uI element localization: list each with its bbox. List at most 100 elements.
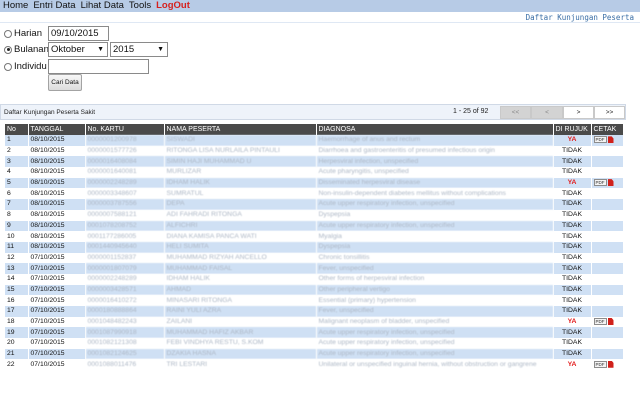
table-row[interactable]: 9 08/10/2015 0001078208752 ALFICHRI Acute up…: [5, 220, 624, 232]
cell-kartu: 0001177286005: [85, 231, 165, 242]
cell-cetak: PDF: [591, 135, 624, 146]
cell-kartu: 0001078208752: [85, 220, 165, 232]
pager-next-button[interactable]: >: [563, 106, 594, 119]
table-row[interactable]: 6 08/10/2015 0000003348607 SUMRATUL Non-insu…: [5, 188, 624, 200]
col-header-kartu[interactable]: No. KARTU: [85, 124, 165, 135]
col-header-cetak[interactable]: CETAK: [591, 124, 624, 135]
table-row[interactable]: 5 08/10/2015 0000002248289 IDHAM HALIK Disse…: [5, 177, 624, 189]
cell-nama: MINASARI RITONGA: [164, 295, 317, 306]
table-row[interactable]: 17 07/10/2015 0000180888864 RAINI YULI AZRA…: [5, 306, 624, 317]
cell-cetak: [591, 252, 624, 264]
menu-home[interactable]: Home: [3, 0, 28, 12]
cell-cetak: [591, 167, 624, 178]
table-row[interactable]: 8 08/10/2015 0000007588121 ADI FAHRADI RITO…: [5, 209, 624, 221]
menu-logout[interactable]: LogOut: [156, 0, 190, 12]
table-row[interactable]: 18 07/10/2015 0001048482243 ZAILANI Malignan…: [5, 316, 624, 328]
col-header-nama[interactable]: NAMA PESERTA: [164, 124, 317, 135]
cell-nama: HELI SUMITA: [164, 241, 317, 253]
cell-no: 5: [5, 177, 29, 189]
cell-kartu: 0001048482243: [85, 316, 165, 328]
cari-data-button[interactable]: Cari Data: [48, 74, 82, 91]
cell-cetak: PDF: [591, 177, 624, 189]
print-pdf-button[interactable]: PDF: [593, 136, 614, 144]
print-pdf-button[interactable]: PDF: [593, 318, 614, 326]
year-select[interactable]: 2015 ▼: [110, 42, 168, 57]
cell-kartu: 0001082124625: [85, 348, 165, 360]
cell-tanggal: 07/10/2015: [28, 348, 86, 360]
table-row[interactable]: 7 08/10/2015 0000003787556 DEPA Acute upper …: [5, 199, 624, 210]
cell-kartu: 0000001807079: [85, 263, 165, 274]
radio-individu[interactable]: [4, 62, 12, 71]
cell-nama: ZAILANI: [164, 316, 317, 328]
col-header-tanggal[interactable]: TANGGAL: [28, 124, 86, 135]
cell-nama: IDHAM HALIK: [164, 273, 317, 285]
cell-nama: ADI FAHRADI RITONGA: [164, 209, 317, 221]
cell-no: 22: [5, 359, 29, 371]
year-select-value: 2015: [113, 44, 135, 55]
pdf-icon: [607, 360, 614, 368]
cell-tanggal: 08/10/2015: [28, 188, 86, 200]
table-row[interactable]: 2 08/10/2015 0000001577726 RITONGA LISA NUR…: [5, 145, 624, 157]
cell-nama: DEPA: [164, 199, 317, 210]
cell-tanggal: 07/10/2015: [28, 284, 86, 296]
pager-prev-button[interactable]: <: [531, 106, 563, 119]
cell-no: 10: [5, 231, 29, 242]
table-row[interactable]: 10 08/10/2015 0001177286005 DIANA KAMISA PA…: [5, 231, 624, 242]
table-row[interactable]: 21 07/10/2015 0001082124625 DZAKIA HASNA Acu…: [5, 348, 624, 360]
cell-dirujuk: TIDAK: [553, 220, 592, 232]
cell-nama: MUHAMMAD FAISAL: [164, 263, 317, 274]
individu-input[interactable]: [48, 59, 149, 74]
col-header-diagnosa[interactable]: DIAGNOSA: [316, 124, 554, 135]
pdf-icon: [607, 318, 614, 326]
cell-tanggal: 08/10/2015: [28, 135, 86, 146]
cell-nama: SIMIN HAJI MUHAMMAD U: [164, 156, 317, 168]
table-row[interactable]: 20 07/10/2015 0001082121308 FEBI VINDHYA RE…: [5, 338, 624, 349]
cell-nama: TRI LESTARI: [164, 359, 317, 371]
cell-dirujuk: TIDAK: [553, 263, 592, 274]
cell-nama: DZAKIA HASNA: [164, 348, 317, 360]
table-row[interactable]: 19 07/10/2015 0001087990918 MUHAMMAD HAFIZ …: [5, 327, 624, 339]
print-pdf-button[interactable]: PDF: [593, 360, 614, 368]
menu-entri-data[interactable]: Entri Data: [33, 0, 75, 12]
table-row[interactable]: 3 08/10/2015 0000016408084 SIMIN HAJI MUHAM…: [5, 156, 624, 168]
pager-last-button[interactable]: >>: [594, 106, 625, 119]
menu-lihat-data[interactable]: Lihat Data: [81, 0, 124, 12]
col-header-no[interactable]: No: [5, 124, 29, 135]
cell-tanggal: 08/10/2015: [28, 231, 86, 242]
table-row[interactable]: 15 07/10/2015 0000003428571 AHMAD Other peri…: [5, 284, 624, 296]
cell-tanggal: 08/10/2015: [28, 156, 86, 168]
cell-kartu: 0000001152837: [85, 252, 165, 264]
cell-kartu: 0000002248289: [85, 273, 165, 285]
table-row[interactable]: 22 07/10/2015 0001088011476 TRI LESTARI Unil…: [5, 359, 624, 371]
cell-tanggal: 07/10/2015: [28, 252, 86, 264]
print-pdf-button[interactable]: PDF: [593, 179, 614, 187]
cell-no: 8: [5, 209, 29, 221]
radio-bulanan[interactable]: [4, 45, 12, 54]
radio-harian[interactable]: [4, 29, 12, 38]
month-select[interactable]: Oktober ▼: [48, 42, 108, 57]
table-row[interactable]: 4 08/10/2015 0000001640081 MURLIZAR Acute ph…: [5, 167, 624, 178]
table-row[interactable]: 12 07/10/2015 0000001152837 MUHAMMAD RIZYAH…: [5, 252, 624, 264]
pager-first-button[interactable]: <<: [500, 106, 531, 119]
cell-dirujuk: TIDAK: [553, 231, 592, 242]
cell-kartu: 0000003348607: [85, 188, 165, 200]
cell-cetak: [591, 284, 624, 296]
cell-tanggal: 07/10/2015: [28, 295, 86, 306]
table-row[interactable]: 16 07/10/2015 0000016410272 MINASARI RITONG…: [5, 295, 624, 306]
cell-dirujuk: TIDAK: [553, 156, 592, 168]
filter-harian-row: Harian 09/10/2015: [4, 26, 109, 41]
cell-dirujuk: TIDAK: [553, 199, 592, 210]
cell-cetak: [591, 338, 624, 349]
menu-tools[interactable]: Tools: [129, 0, 151, 12]
cell-cetak: [591, 220, 624, 232]
col-header-dirujuk[interactable]: DI RUJUK: [553, 124, 592, 135]
cell-nama: MUHAMMAD RIZYAH ANCELLO: [164, 252, 317, 264]
table-row[interactable]: 14 07/10/2015 0000002248289 IDHAM HALIK Othe…: [5, 273, 624, 285]
harian-date-input[interactable]: 09/10/2015: [48, 26, 109, 41]
table-row[interactable]: 1 08/10/2015 0000001200978 SISWADI Haemorrha…: [5, 135, 624, 146]
table-row[interactable]: 13 07/10/2015 0000001807079 MUHAMMAD FAISAL…: [5, 263, 624, 274]
cell-cetak: [591, 273, 624, 285]
cell-dirujuk: TIDAK: [553, 295, 592, 306]
cell-no: 14: [5, 273, 29, 285]
table-row[interactable]: 11 08/10/2015 0001440945640 HELI SUMITA Dysp…: [5, 241, 624, 253]
